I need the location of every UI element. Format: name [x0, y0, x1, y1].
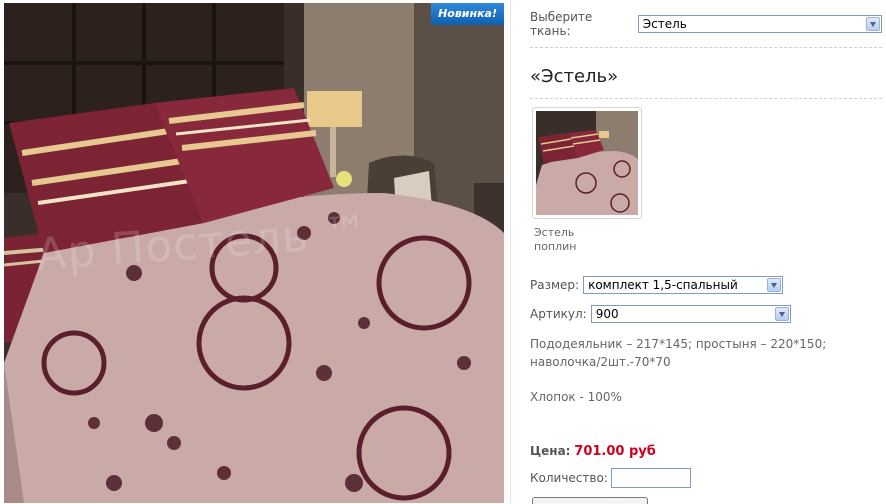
new-badge: Новинка! — [431, 3, 504, 25]
quantity-label: Количество: — [530, 471, 608, 485]
price-label: Цена: — [530, 444, 571, 458]
size-select-value: комплект 1,5-спальный — [588, 278, 738, 292]
description-line-2: наволочка/2шт.-70*70 — [530, 355, 671, 369]
quantity-row: Количество: — [530, 468, 691, 488]
size-row: Размер: комплект 1,5-спальный — [530, 276, 784, 294]
divider — [530, 98, 882, 99]
price-value: 701.00 руб — [574, 444, 656, 459]
chevron-down-icon[interactable] — [767, 278, 782, 292]
thumbnail-caption: Эстель поплин — [534, 226, 577, 254]
thumbnail-caption-fabric: поплин — [534, 240, 577, 253]
article-select-value: 900 — [595, 307, 619, 321]
article-label: Артикул: — [530, 307, 587, 321]
quantity-input[interactable] — [610, 468, 691, 488]
price-row: Цена: 701.00 руб — [530, 444, 656, 459]
article-row: Артикул: 900 — [530, 305, 791, 323]
fabric-select[interactable]: Эстель — [637, 15, 882, 33]
chevron-down-icon[interactable] — [774, 307, 789, 321]
fabric-label: Выберите ткань: — [530, 10, 593, 38]
thumbnail-caption-name: Эстель — [534, 226, 575, 239]
divider — [530, 47, 882, 48]
chevron-down-icon[interactable] — [866, 17, 880, 31]
column-divider — [510, 0, 511, 503]
size-select[interactable]: комплект 1,5-спальный — [583, 276, 784, 294]
fabric-row: Выберите ткань: Эстель — [530, 10, 882, 38]
product-title: «Эстель» — [530, 66, 619, 87]
product-photo[interactable]: Ар Постель ™ Новинка! — [4, 3, 504, 503]
article-select[interactable]: 900 — [590, 305, 791, 323]
material-info: Хлопок - 100% — [530, 390, 622, 404]
fabric-select-value: Эстель — [642, 17, 687, 31]
product-description: Пододеяльник – 217*145; простыня – 220*1… — [530, 335, 882, 371]
description-line-1: Пододеяльник – 217*145; простыня – 220*1… — [530, 337, 827, 351]
size-label: Размер: — [530, 278, 580, 292]
fabric-thumbnail[interactable] — [532, 107, 642, 219]
thumbnail-image — [536, 111, 638, 215]
